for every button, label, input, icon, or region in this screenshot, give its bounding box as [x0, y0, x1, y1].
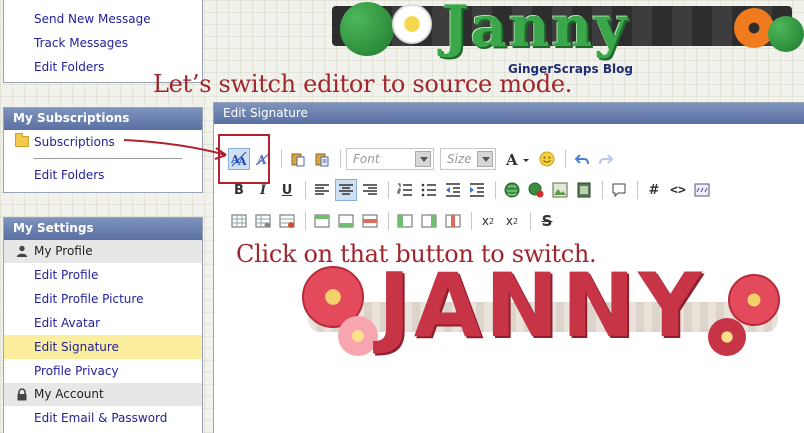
- strikethrough-icon[interactable]: S: [536, 210, 558, 232]
- align-center-icon[interactable]: [335, 179, 357, 201]
- banner-clover-left: [340, 2, 394, 56]
- lock-icon: [16, 388, 28, 404]
- subscript-icon[interactable]: x2: [477, 210, 499, 232]
- sidebar-item-edit-profile[interactable]: Edit Profile: [4, 263, 202, 287]
- subscriptions-heading: My Subscriptions: [4, 108, 202, 130]
- my-account-group: My Account: [4, 383, 202, 406]
- chevron-down-icon: [415, 151, 431, 167]
- font-select[interactable]: Font: [346, 148, 434, 170]
- toolbar-separator: [495, 181, 496, 199]
- sidebar-item-edit-avatar[interactable]: Edit Avatar: [4, 311, 202, 335]
- toolbar-separator: [388, 181, 389, 199]
- toolbar-separator: [565, 150, 566, 168]
- toolbar-row-1: AA A Font Size A: [228, 147, 619, 171]
- size-select-placeholder: Size: [447, 152, 472, 166]
- toolbar-separator: [340, 150, 341, 168]
- sidebar-item-edit-signature[interactable]: Edit Signature: [4, 335, 202, 359]
- svg-text:A: A: [505, 151, 518, 167]
- remove-link-icon[interactable]: [525, 179, 547, 201]
- chevron-down-icon: [477, 151, 493, 167]
- unordered-list-icon[interactable]: [418, 179, 440, 201]
- align-right-icon[interactable]: [359, 179, 381, 201]
- sidebar-item-edit-profile-picture[interactable]: Edit Profile Picture: [4, 287, 202, 311]
- text-color-icon[interactable]: A: [502, 148, 534, 170]
- signature-banner: JANNY: [298, 254, 788, 370]
- settings-panel: My Settings My Profile Edit Profile Edit…: [3, 217, 203, 433]
- underline-icon[interactable]: U: [276, 179, 298, 201]
- settings-heading: My Settings: [4, 218, 202, 240]
- insert-column-left-icon[interactable]: [394, 210, 416, 232]
- delete-table-icon[interactable]: [276, 210, 298, 232]
- folder-icon: [15, 133, 29, 147]
- sidebar-item-profile-privacy[interactable]: Profile Privacy: [4, 359, 202, 383]
- insert-video-icon[interactable]: [573, 179, 595, 201]
- undo-icon[interactable]: [571, 148, 593, 170]
- banner-daisy: [392, 4, 432, 44]
- editor-title: Edit Signature: [214, 103, 804, 124]
- banner-clover-right: [768, 16, 804, 52]
- instruction-top: Let’s switch editor to source mode.: [153, 70, 573, 98]
- header-banner: Janny: [322, 0, 804, 62]
- size-select[interactable]: Size: [440, 148, 496, 170]
- sidebar-item-edit-folders-subscriptions[interactable]: Edit Folders: [4, 163, 202, 187]
- hash-icon[interactable]: #: [643, 179, 665, 201]
- php-icon[interactable]: [691, 179, 713, 201]
- smiley-icon[interactable]: [536, 148, 558, 170]
- insert-column-right-icon[interactable]: [418, 210, 440, 232]
- superscript-icon[interactable]: x2: [501, 210, 523, 232]
- signature-flower-right: [728, 274, 780, 326]
- banner-title: Janny: [442, 0, 629, 60]
- quote-icon[interactable]: [608, 179, 630, 201]
- align-left-icon[interactable]: [311, 179, 333, 201]
- signature-flower-right-small: [708, 318, 746, 356]
- subscriptions-panel: My Subscriptions Subscriptions Edit Fold…: [3, 107, 203, 193]
- toolbar-separator: [637, 181, 638, 199]
- delete-row-icon[interactable]: [359, 210, 381, 232]
- my-profile-label: My Profile: [34, 244, 93, 258]
- toolbar-separator: [530, 212, 531, 230]
- my-profile-group: My Profile: [4, 240, 202, 263]
- sidebar-item-subscriptions[interactable]: Subscriptions: [4, 130, 202, 154]
- toolbar-separator: [471, 212, 472, 230]
- sidebar-item-track-messages[interactable]: Track Messages: [4, 31, 202, 55]
- toolbar-separator: [305, 181, 306, 199]
- insert-row-below-icon[interactable]: [335, 210, 357, 232]
- toolbar-row-3: x2 x2 S: [228, 209, 560, 233]
- table-properties-icon[interactable]: [252, 210, 274, 232]
- user-icon: [16, 245, 28, 260]
- signature-title: JANNY: [378, 254, 705, 357]
- toolbar-separator: [388, 212, 389, 230]
- toolbar-separator: [305, 212, 306, 230]
- redo-icon[interactable]: [595, 148, 617, 170]
- sidebar-item-edit-email-password[interactable]: Edit Email & Password: [4, 406, 202, 430]
- annotation-highlight-box: [218, 134, 270, 184]
- toolbar-separator: [281, 150, 282, 168]
- insert-link-icon[interactable]: [501, 179, 523, 201]
- toolbar-row-2: B I U # <>: [228, 178, 715, 202]
- code-icon[interactable]: <>: [667, 179, 689, 201]
- paste-text-icon[interactable]: [311, 148, 333, 170]
- toolbar-separator: [602, 181, 603, 199]
- divider: [34, 158, 182, 159]
- table-icon[interactable]: [228, 210, 250, 232]
- sidebar-item-send-new-message[interactable]: Send New Message: [4, 7, 202, 31]
- indent-icon[interactable]: [466, 179, 488, 201]
- my-account-label: My Account: [34, 387, 104, 401]
- font-select-placeholder: Font: [353, 152, 380, 166]
- outdent-icon[interactable]: [442, 179, 464, 201]
- signature-flower-left-small: [338, 316, 378, 356]
- ordered-list-icon[interactable]: [394, 179, 416, 201]
- paste-icon[interactable]: [287, 148, 309, 170]
- insert-row-above-icon[interactable]: [311, 210, 333, 232]
- insert-image-icon[interactable]: [549, 179, 571, 201]
- delete-column-icon[interactable]: [442, 210, 464, 232]
- sidebar-item-label: Subscriptions: [34, 135, 115, 149]
